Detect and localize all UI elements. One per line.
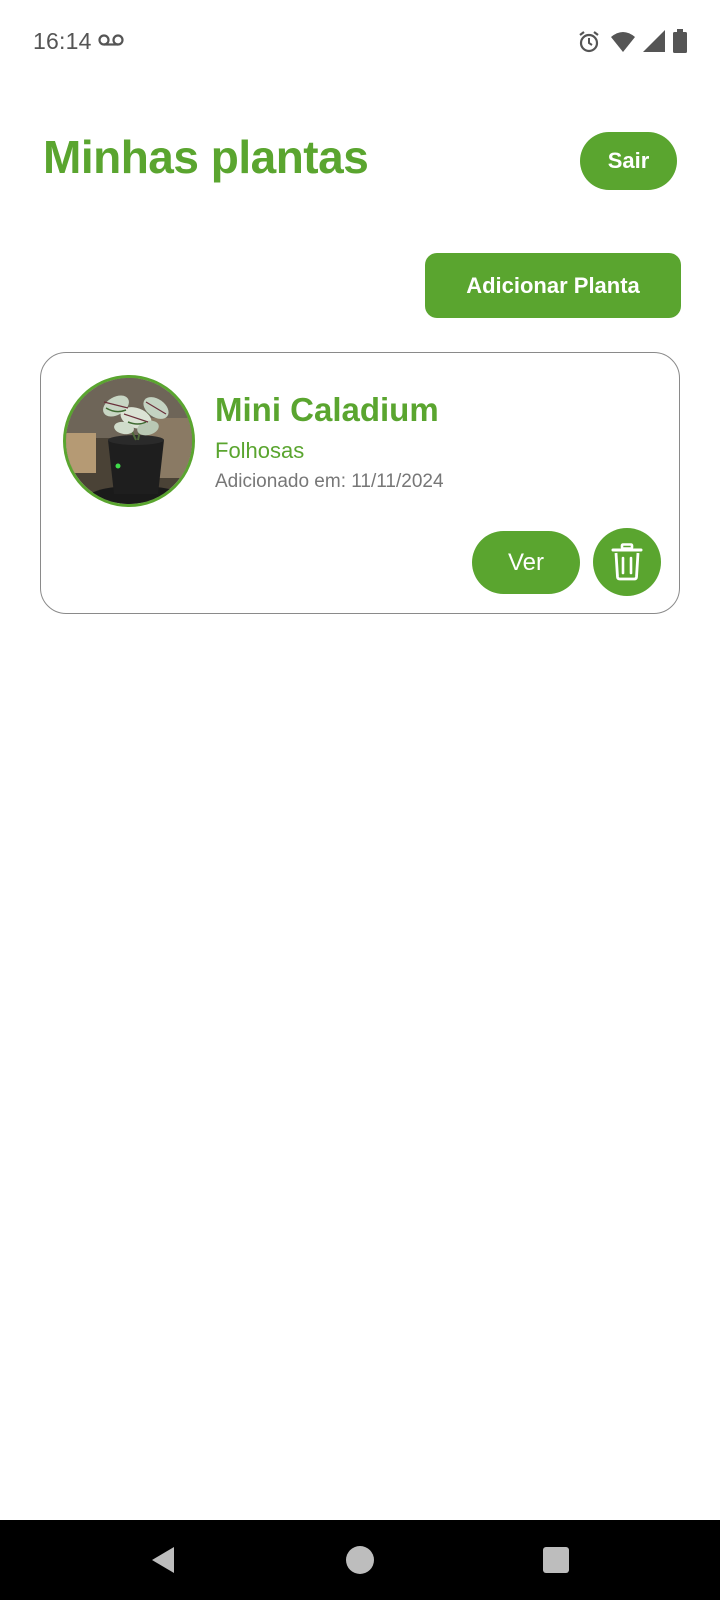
wifi-icon bbox=[611, 32, 635, 52]
home-icon[interactable] bbox=[346, 1546, 374, 1574]
status-time: 16:14 bbox=[33, 28, 92, 54]
battery-icon bbox=[673, 29, 687, 53]
page-title: Minhas plantas bbox=[43, 131, 369, 183]
back-icon[interactable] bbox=[150, 1546, 176, 1574]
view-plant-button[interactable]: Ver bbox=[472, 531, 580, 594]
alarm-icon bbox=[579, 31, 599, 53]
add-plant-button[interactable]: Adicionar Planta bbox=[425, 253, 681, 318]
plant-added-date: Adicionado em: 11/11/2024 bbox=[215, 471, 444, 492]
voicemail-icon bbox=[98, 34, 124, 46]
cell-signal-icon bbox=[643, 30, 665, 52]
status-bar: 16:14 bbox=[0, 0, 720, 86]
logout-button[interactable]: Sair bbox=[580, 132, 677, 190]
trash-icon bbox=[611, 543, 643, 581]
plant-photo bbox=[63, 375, 195, 507]
plant-category: Folhosas bbox=[215, 438, 305, 463]
plant-name: Mini Caladium bbox=[215, 391, 439, 428]
navigation-bar bbox=[0, 1520, 720, 1600]
recents-icon[interactable] bbox=[543, 1547, 569, 1573]
delete-plant-button[interactable] bbox=[593, 528, 661, 596]
plant-card: Mini Caladium Folhosas Adicionado em: 11… bbox=[40, 352, 680, 614]
